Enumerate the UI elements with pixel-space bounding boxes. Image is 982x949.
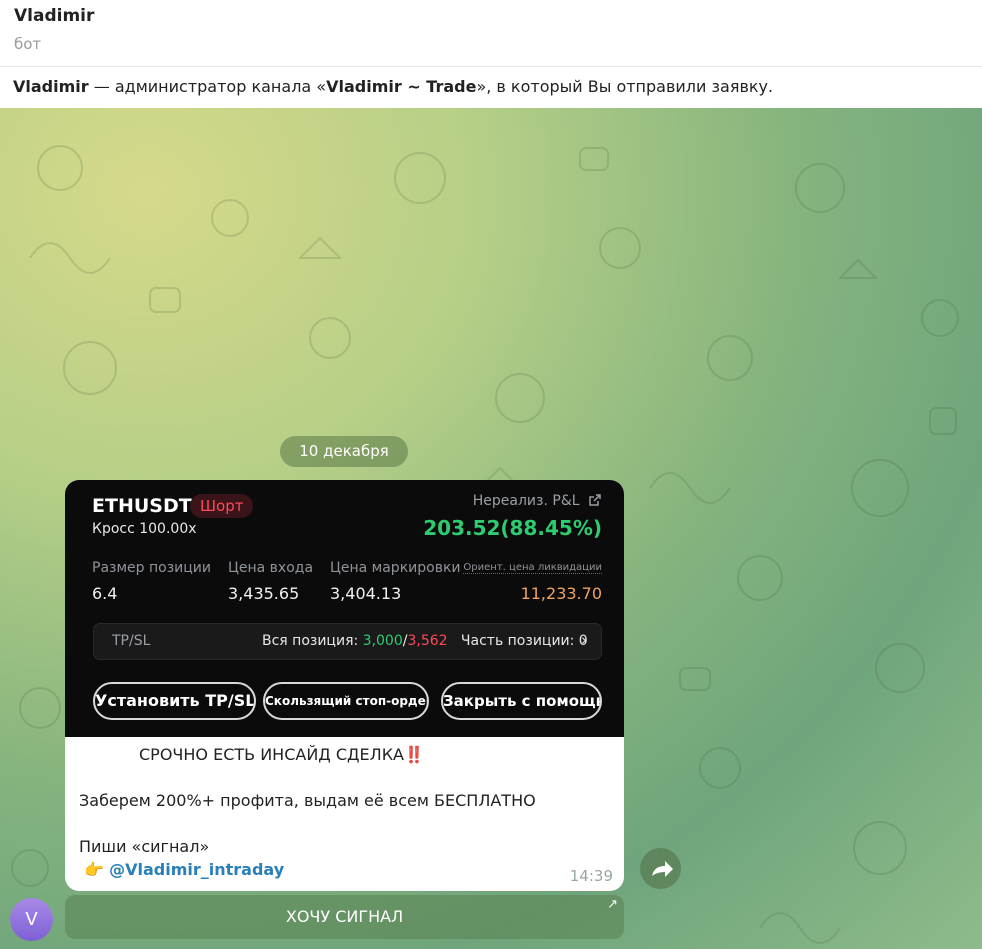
close-with-button[interactable]: Закрыть с помощью [441, 682, 602, 720]
message-line-2: Заберем 200%+ профита, выдам её всем БЕС… [79, 791, 536, 810]
tpsl-row[interactable]: TP/SL Вся позиция: 3,000/3,562 Часть поз… [93, 623, 602, 660]
share-out-icon [589, 494, 601, 506]
pnl-value: 203.52(88.45%) [423, 516, 602, 540]
username-link[interactable]: @Vladimir_intraday [109, 860, 284, 879]
chat-header[interactable]: Vladimir бот [0, 0, 982, 67]
message-bubble[interactable]: ETHUSDT Шорт Кросс 100.00x Нереализ. P&L… [65, 480, 624, 891]
trade-screenshot[interactable]: ETHUSDT Шорт Кросс 100.00x Нереализ. P&L… [65, 480, 624, 737]
channel-name: Vladimir ~ Trade [326, 77, 477, 96]
notice-text-end: », в который Вы отправили заявку. [476, 77, 774, 96]
unrealized-pnl-label: Нереализ. P&L [473, 493, 602, 509]
inline-button-label: ХОЧУ СИГНАЛ [285, 907, 404, 926]
date-separator: 10 декабря [280, 436, 408, 467]
take-profit-value: 3,000 [362, 633, 403, 649]
external-link-icon: ↗ [607, 897, 618, 912]
mark-label: Цена маркировки [330, 560, 461, 576]
size-value: 6.4 [92, 584, 118, 603]
chat-area: 10 декабря ETHUSDT Шорт Кросс 100.00x Не… [0, 108, 982, 949]
unrealized-pnl-text: Нереализ. P&L [472, 493, 580, 509]
trailing-stop-button[interactable]: Скользящий стоп-ордер [263, 682, 429, 720]
liquidation-value: 11,233.70 [520, 584, 602, 603]
chevron-right-icon: › [581, 631, 587, 649]
trade-symbol: ETHUSDT [92, 495, 192, 517]
chat-title: Vladimir [14, 6, 95, 26]
tpsl-values: Вся позиция: 3,000/3,562 Часть позиции: … [262, 633, 588, 649]
tpsl-label: TP/SL [112, 633, 151, 649]
partial-position-label: Часть позиции: 0 [460, 633, 588, 649]
size-label: Размер позиции [92, 560, 211, 576]
leverage-text: Кросс 100.00x [92, 521, 197, 537]
entry-label: Цена входа [228, 560, 314, 576]
pointing-hand-emoji: 👉 [84, 860, 105, 879]
liquidation-label: Ориент. цена ликвидации [463, 562, 602, 574]
message-line-1: СРОЧНО ЕСТЬ ИНСАЙД СДЕЛКА [139, 745, 404, 764]
double-exclamation-emoji: ‼️ [404, 745, 424, 764]
chat-subtitle: бот [14, 35, 42, 53]
avatar[interactable]: V [10, 898, 53, 941]
whole-position-label: Вся позиция: [262, 633, 363, 649]
set-tpsl-button[interactable]: Установить TP/SL [93, 682, 256, 720]
short-badge: Шорт [190, 494, 254, 518]
mark-value: 3,404.13 [330, 584, 402, 603]
inline-signal-button[interactable]: ХОЧУ СИГНАЛ ↗ [65, 895, 624, 939]
message-text: СРОЧНО ЕСТЬ ИНСАЙД СДЕЛКА‼️ Заберем 200%… [79, 743, 609, 881]
forward-button[interactable] [640, 848, 681, 889]
join-request-notice: Vladimir — администратор канала «Vladimi… [0, 67, 982, 108]
admin-name: Vladimir [13, 77, 89, 96]
entry-value: 3,435.65 [228, 584, 300, 603]
stop-loss-value: 3,562 [407, 633, 448, 649]
message-line-3: Пиши «сигнал» [79, 837, 210, 856]
forward-icon [652, 861, 673, 877]
notice-text-mid: — администратор канала « [88, 77, 327, 96]
